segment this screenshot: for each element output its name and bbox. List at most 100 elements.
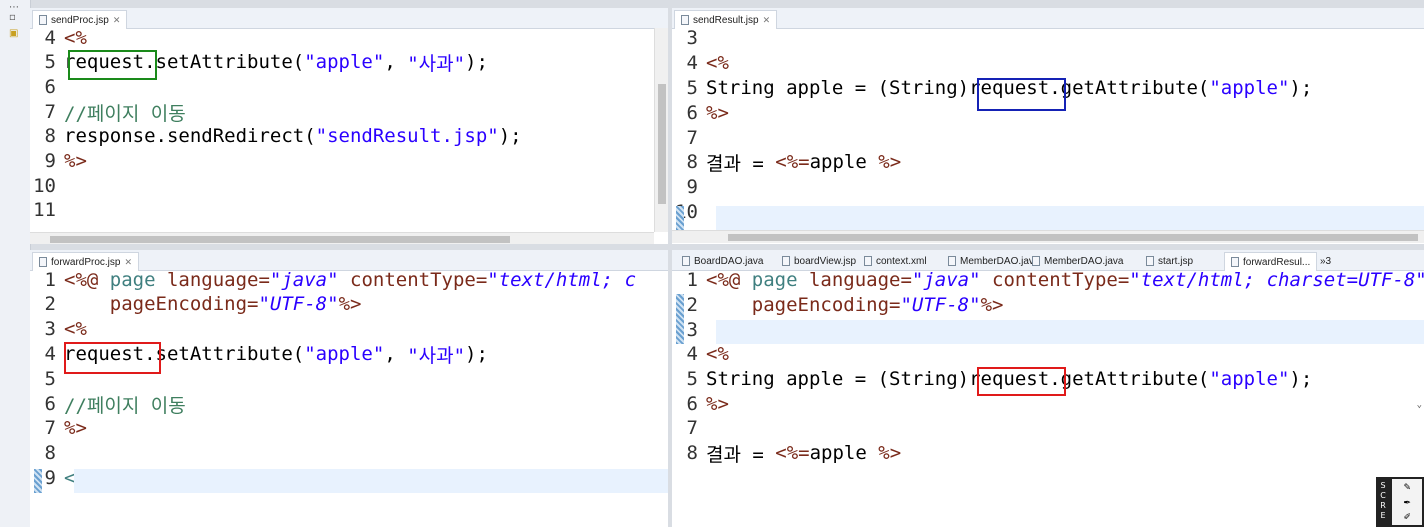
code-line[interactable]: 6 //페이지 이동 [30,392,186,417]
code-token: <%= [775,442,810,464]
scroll-thumb[interactable] [50,236,510,243]
code-line[interactable]: 7 //페이지 이동 [30,100,186,125]
code-token: "사과" [407,52,466,75]
line-number: 8 [686,151,698,173]
scroll-thumb[interactable] [728,234,1418,241]
code-token: "text/html; c [487,269,637,291]
code-area[interactable]: 1 <%@ page language= "java" contentType= "t… [672,268,1424,527]
code-line[interactable]: 2 pageEncoding= "UTF-8" %> [30,292,362,316]
editor-sendproc[interactable]: sendProc.jsp ✕ 4 <% 5 request .setAttribute(… [30,8,668,244]
scroll-thumb[interactable] [658,84,666,204]
tab-label: boardView.jsp [794,255,857,267]
editor-sendresult[interactable]: sendResult.jsp ✕ 3 4 <% 5 String apple = (St… [672,8,1424,244]
line-number: 7 [44,417,56,439]
scroll-icon[interactable]: ⌄ [1417,400,1422,410]
file-icon [1231,257,1239,267]
close-icon[interactable]: ✕ [113,15,121,26]
line-number: 1 [686,269,698,291]
change-marker [676,294,684,344]
code-line[interactable]: 11 [30,198,64,222]
code-line[interactable]: 10 [30,174,64,198]
horizontal-scrollbar[interactable] [30,232,654,244]
recorder-letter: R [1380,501,1386,510]
code-token: , [384,343,408,365]
code-line[interactable]: 8 [30,441,64,465]
code-token: .getAttribute( [1049,368,1210,390]
editor-forwardresult[interactable]: BoardDAO.java boardView.jsp context.xml Mem… [672,250,1424,527]
code-token: <%@ [64,269,110,291]
line-number: 5 [44,368,56,390]
tab-label: start.jsp [1158,255,1194,267]
code-line[interactable]: 6 %> [672,101,729,125]
horizontal-scrollbar[interactable] [672,230,1424,243]
highlight-box-red [64,342,161,374]
code-line[interactable]: 8 결과 = <%= apple %> [672,441,902,466]
line-number: 9 [686,176,698,198]
code-line[interactable]: 4 <% [30,26,87,50]
code-line[interactable]: 7 [672,126,706,150]
code-line[interactable]: 1 <%@ page language= "java" contentType= "t… [30,268,636,292]
code-token: %> [64,417,87,439]
close-icon[interactable]: ✕ [763,15,771,26]
code-line[interactable]: 8 결과 = <%= apple %> [672,150,902,175]
line-number: 6 [686,393,698,415]
code-token: "apple" [304,343,385,365]
editor-forwardproc[interactable]: forwardProc.jsp ✕ 1 <%@ page language= "ja… [30,250,668,527]
code-token: 결과 = [706,152,776,175]
line-number: 7 [44,101,56,123]
code-line[interactable]: 2 pageEncoding= "UTF-8" %> [672,293,1004,317]
highlight-box-red [977,367,1066,396]
code-line[interactable]: 6 %> [672,392,729,416]
code-token: "apple" [304,51,385,73]
package-icon[interactable]: ▣ [9,28,21,40]
line-number: 9 [44,150,56,172]
code-line[interactable]: 6 [30,75,64,99]
recorder-tools[interactable]: ✎ ✒ ✐ [1392,479,1422,525]
line-number: 6 [686,102,698,124]
code-token: %> [878,442,902,464]
code-line[interactable]: 7 [672,416,706,440]
code-line[interactable]: 4 <% [672,342,729,366]
code-token: .setAttribute( [144,343,305,365]
code-line[interactable]: 3 <% [30,317,87,341]
close-icon[interactable]: ✕ [124,257,132,268]
code-token: .setAttribute( [144,51,305,73]
code-line[interactable]: 9 [672,175,706,199]
highlight-box-green [68,50,157,80]
change-marker [34,469,42,493]
screen-recorder-toolbar[interactable]: SCRE ✎ ✒ ✐ [1376,477,1424,527]
code-token: ); [498,125,522,147]
marker-icon[interactable]: ✐ [1392,509,1422,524]
code-line[interactable]: 9 %> [30,149,87,173]
code-line[interactable]: 5 [30,367,64,391]
code-area[interactable]: 3 4 <% 5 String apple = (String) request .getA… [672,26,1424,232]
line-number: 4 [686,52,698,74]
line-number: 7 [686,417,698,439]
line-number: 1 [44,269,56,291]
line-number: 7 [686,127,698,149]
vertical-scrollbar[interactable] [654,28,668,232]
code-token: , [384,51,408,73]
code-token: ); [1289,77,1313,99]
code-token: page [109,269,167,291]
code-token: 결과 = [706,443,776,466]
code-token: //페이지 이동 [64,102,186,125]
code-token: "java" [269,269,339,291]
line-number: 11 [33,199,56,221]
code-token: contentType= [992,269,1130,291]
code-token: %> [878,151,902,173]
code-line[interactable]: 1 <%@ page language= "java" contentType= "t… [672,268,1424,292]
code-line[interactable]: 3 [672,26,706,50]
tab-label: sendProc.jsp [51,14,109,26]
pen-icon[interactable]: ✒ [1392,494,1422,509]
code-line[interactable]: 8 response.sendRedirect("sendResult.jsp")… [30,124,522,148]
line-number: 6 [44,76,56,98]
jsp-file-icon [681,15,689,25]
code-line[interactable]: 4 <% [672,51,729,75]
code-line[interactable]: 7 %> [30,416,87,440]
restore-icon[interactable]: ▫ [9,12,21,24]
pencil-icon[interactable]: ✎ [1392,479,1422,494]
code-token: apple [809,442,879,464]
